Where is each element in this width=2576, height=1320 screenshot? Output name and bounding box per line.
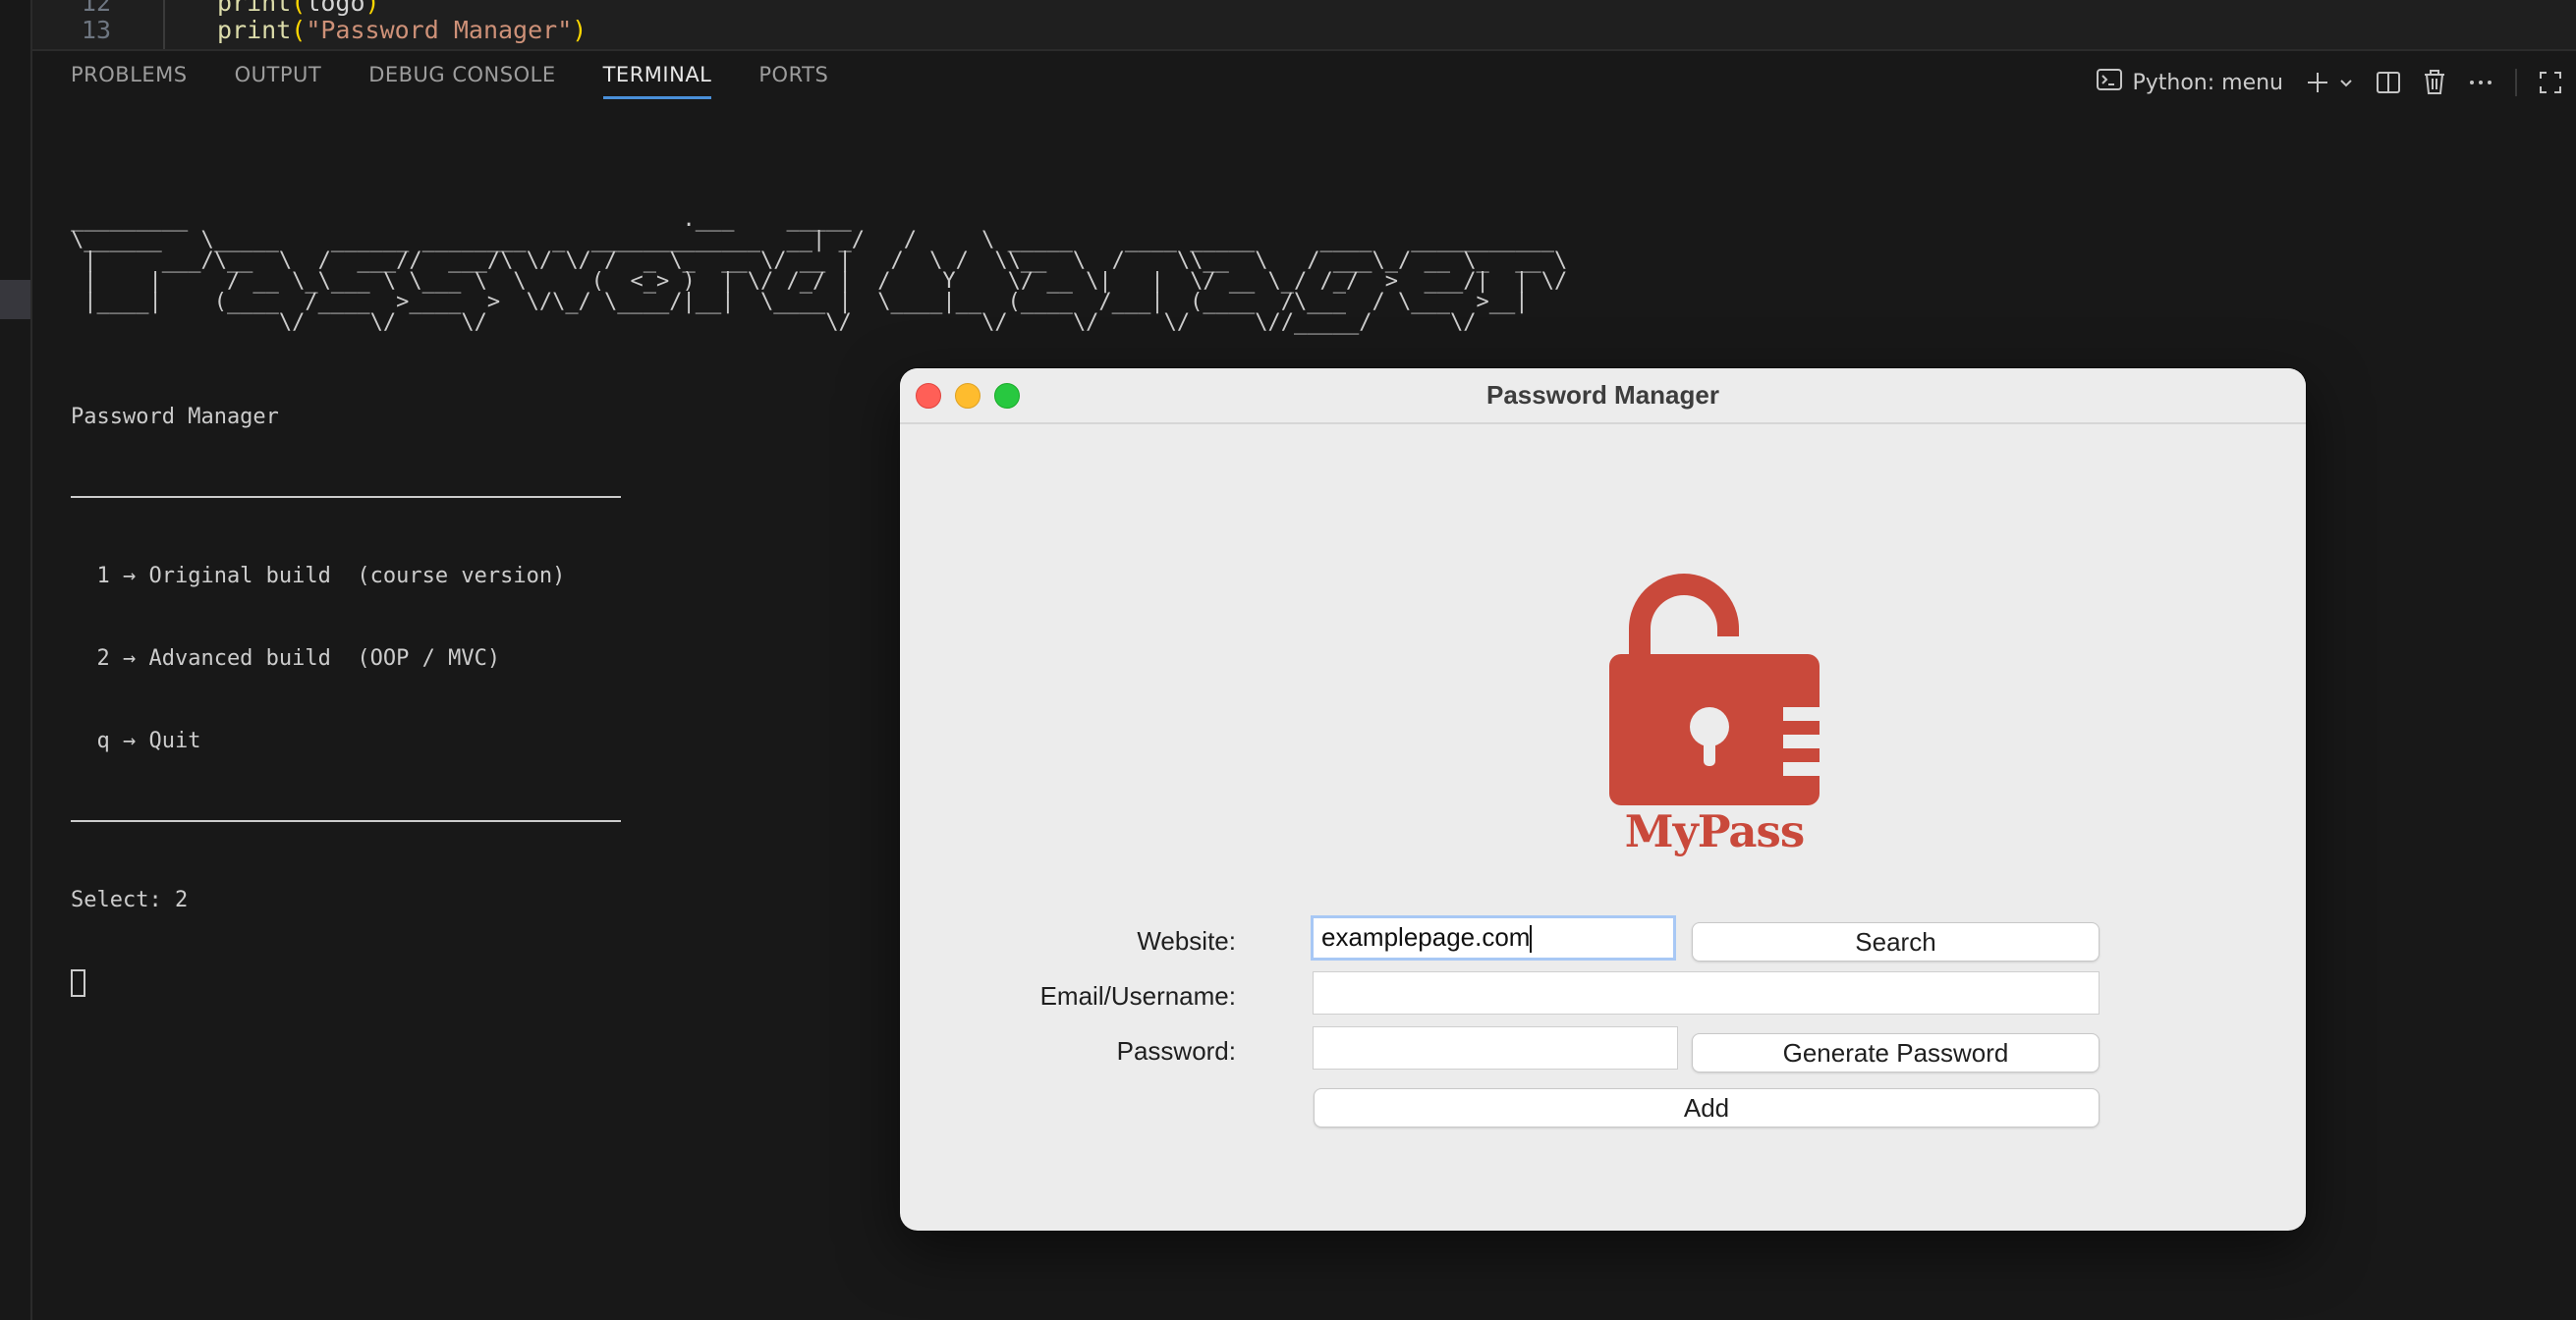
code-editor[interactable]: 12 print(logo) 13 print("Password Manage… <box>32 0 2576 51</box>
search-button[interactable]: Search <box>1692 922 2100 962</box>
generate-password-button[interactable]: Generate Password <box>1692 1033 2100 1072</box>
more-actions-icon[interactable] <box>2468 79 2493 86</box>
terminal-name: Python: menu <box>2132 70 2283 95</box>
panel-actions: Python: menu <box>2097 63 2576 102</box>
website-label: Website: <box>1137 926 1236 956</box>
tab-terminal[interactable]: TERMINAL <box>602 63 712 99</box>
panel-tabs: PROBLEMS OUTPUT DEBUG CONSOLE TERMINAL P… <box>71 63 828 99</box>
tab-output[interactable]: OUTPUT <box>235 63 322 99</box>
ascii-banner: _________ .___ _____ \______ \_____ ____… <box>71 207 1568 335</box>
add-button[interactable]: Add <box>1314 1088 2100 1128</box>
tab-ports[interactable]: PORTS <box>758 63 828 99</box>
email-username-input[interactable] <box>1313 971 2100 1015</box>
terminal-rule-top <box>71 496 621 498</box>
email-username-label: Email/Username: <box>1039 981 1236 1011</box>
code-text: print("Password Manager") <box>217 15 588 44</box>
editor-gutter-divider <box>163 0 165 49</box>
logo-text: MyPass <box>1624 805 1805 857</box>
terminal-icon <box>2097 68 2123 97</box>
new-terminal-icon[interactable] <box>2305 70 2330 95</box>
password-input[interactable] <box>1313 1026 1678 1070</box>
window-title: Password Manager <box>1486 380 1719 410</box>
code-line[interactable]: 13 print("Password Manager") <box>32 10 587 49</box>
maximize-panel-icon[interactable] <box>2539 71 2562 94</box>
password-label: Password: <box>1116 1036 1236 1066</box>
mypass-logo: MyPass <box>1603 560 1825 857</box>
website-input[interactable]: examplepage.com <box>1311 915 1676 961</box>
padlock-icon <box>1609 574 1822 805</box>
tab-debug-console[interactable]: DEBUG CONSOLE <box>368 63 555 99</box>
split-terminal-icon[interactable] <box>2376 70 2401 95</box>
terminal-selector[interactable]: Python: menu <box>2097 68 2283 97</box>
tab-problems[interactable]: PROBLEMS <box>71 63 188 99</box>
window-titlebar[interactable]: Password Manager <box>900 368 2306 424</box>
line-number: 13 <box>81 15 111 44</box>
activity-bar <box>0 0 32 1320</box>
chevron-down-icon[interactable] <box>2338 75 2354 90</box>
code-text: print(logo) <box>217 0 380 17</box>
password-manager-window: Password Manager MyPass Website: example… <box>900 368 2306 1231</box>
trash-icon[interactable] <box>2423 70 2446 95</box>
actions-divider <box>2515 69 2517 96</box>
activity-bar-active-marker <box>0 280 30 319</box>
terminal-rule-bottom <box>71 820 621 822</box>
